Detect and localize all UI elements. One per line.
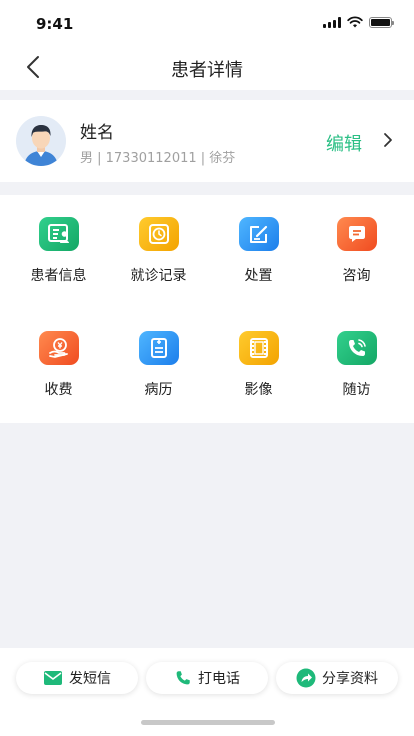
page-title: 患者详情 bbox=[171, 60, 243, 81]
signal-icon bbox=[323, 16, 341, 28]
battery-icon bbox=[369, 16, 394, 28]
status-time: 9:41 bbox=[36, 15, 74, 33]
call-label: 打电话 bbox=[198, 671, 240, 687]
menu-label: 就诊记录 bbox=[130, 268, 187, 284]
share-materials-label: 分享资料 bbox=[322, 671, 378, 687]
function-grid: 患者信息 就诊记录 处置 咨询 收费 病历 影像 随访 bbox=[0, 195, 414, 423]
wifi-icon bbox=[347, 16, 363, 28]
menu-label: 咨询 bbox=[342, 268, 371, 284]
menu-label: 患者信息 bbox=[30, 268, 87, 284]
bottom-action-bar: 发短信 打电话 分享资料 bbox=[0, 648, 414, 736]
consult-icon bbox=[336, 217, 377, 251]
menu-item-patient-info[interactable]: 患者信息 bbox=[7, 195, 110, 285]
avatar bbox=[16, 116, 66, 166]
patient-meta: 男 | 17330112011 | 徐芬 bbox=[80, 151, 236, 166]
menu-item-imaging[interactable]: 影像 bbox=[207, 309, 310, 399]
share-icon bbox=[296, 668, 316, 688]
patient-name: 姓名 bbox=[80, 123, 114, 143]
menu-item-follow-up[interactable]: 随访 bbox=[305, 309, 408, 399]
home-indicator[interactable] bbox=[141, 720, 275, 725]
menu-label: 病历 bbox=[144, 382, 173, 398]
treatment-icon bbox=[238, 217, 279, 251]
menu-item-visit-record[interactable]: 就诊记录 bbox=[107, 195, 210, 285]
send-sms-label: 发短信 bbox=[69, 671, 111, 687]
phone-icon bbox=[176, 671, 190, 685]
call-button[interactable]: 打电话 bbox=[146, 662, 268, 694]
send-sms-button[interactable]: 发短信 bbox=[16, 662, 138, 694]
share-materials-button[interactable]: 分享资料 bbox=[276, 662, 398, 694]
menu-item-medical-record[interactable]: 病历 bbox=[107, 309, 210, 399]
chevron-right-icon[interactable] bbox=[378, 130, 398, 150]
follow-up-icon bbox=[336, 331, 377, 365]
menu-label: 处置 bbox=[244, 268, 273, 284]
status-bar: 9:41 bbox=[0, 0, 414, 44]
patient-card[interactable]: 姓名 男 | 17330112011 | 徐芬 编辑 bbox=[0, 100, 414, 182]
visit-record-icon bbox=[138, 217, 179, 251]
medical-record-icon bbox=[138, 331, 179, 365]
menu-item-consult[interactable]: 咨询 bbox=[305, 195, 408, 285]
menu-label: 随访 bbox=[342, 382, 371, 398]
menu-item-fee[interactable]: 收费 bbox=[7, 309, 110, 399]
imaging-icon bbox=[238, 331, 279, 365]
nav-bar: 患者详情 bbox=[0, 44, 414, 90]
status-icons bbox=[323, 16, 394, 28]
user-avatar-icon bbox=[16, 116, 66, 166]
edit-button[interactable]: 编辑 bbox=[326, 130, 362, 156]
envelope-icon bbox=[44, 671, 62, 685]
menu-label: 影像 bbox=[244, 382, 273, 398]
fee-icon bbox=[38, 331, 79, 365]
menu-label: 收费 bbox=[44, 382, 73, 398]
menu-item-treatment[interactable]: 处置 bbox=[207, 195, 310, 285]
patient-info-icon bbox=[38, 217, 79, 251]
